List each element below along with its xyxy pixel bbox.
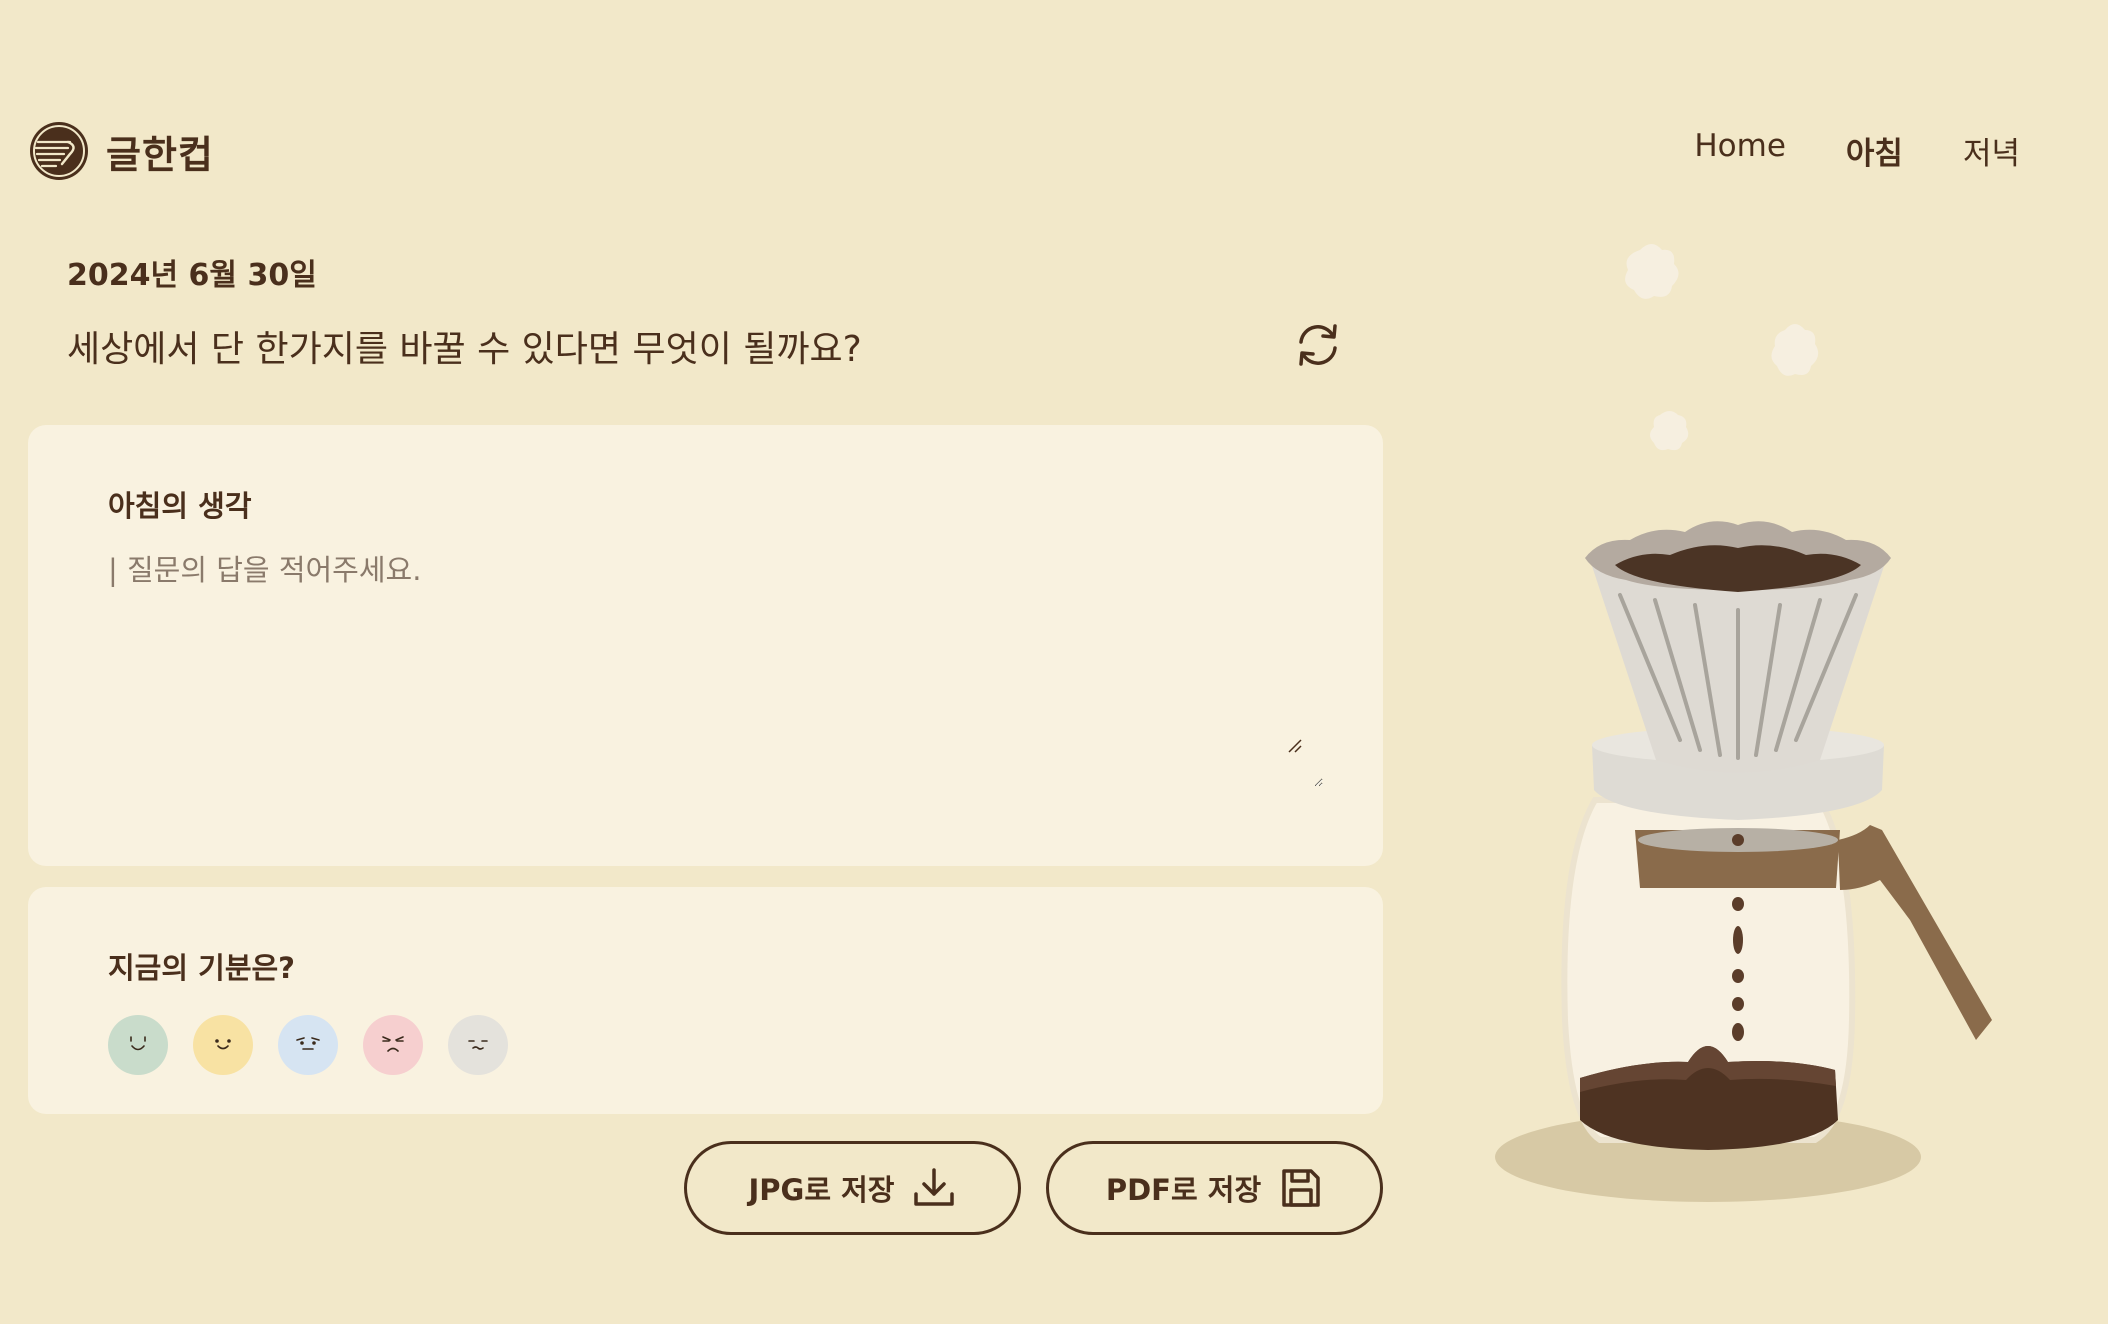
floppy-disk-icon xyxy=(1282,1169,1320,1207)
refresh-question-icon[interactable] xyxy=(1293,320,1343,370)
coffee-pot-illustration xyxy=(1495,244,1992,1202)
entry-date: 2024년 6월 30일 xyxy=(67,258,317,293)
save-pdf-button[interactable]: PDF로 저장 xyxy=(1046,1141,1383,1235)
answer-card: 아침의 생각 xyxy=(28,425,1383,866)
nav-home[interactable]: Home xyxy=(1694,128,1786,173)
save-pdf-label: PDF로 저장 xyxy=(1105,1173,1262,1207)
mood-card: 지금의 기분은? xyxy=(28,887,1383,1114)
worried-face-icon xyxy=(296,1037,320,1050)
content-face-icon xyxy=(215,1039,231,1050)
save-jpg-label: JPG로 저장 xyxy=(748,1173,895,1207)
mood-card-title: 지금의 기분은? xyxy=(108,951,295,985)
logo[interactable]: 글한컵 xyxy=(28,120,214,182)
angry-face-icon xyxy=(382,1036,404,1052)
mood-happy-button[interactable] xyxy=(108,1015,168,1075)
daily-question: 세상에서 단 한가지를 바꿀 수 있다면 무엇이 될까요? xyxy=(67,329,862,370)
save-jpg-button[interactable]: JPG로 저장 xyxy=(684,1141,1021,1235)
mood-worried-button[interactable] xyxy=(278,1015,338,1075)
main-nav: Home 아침 저녁 xyxy=(1694,128,2020,173)
steam-icon xyxy=(1625,244,1819,451)
mood-content-button[interactable] xyxy=(193,1015,253,1075)
download-icon xyxy=(914,1168,955,1206)
resize-handle-icon[interactable] xyxy=(1287,738,1303,754)
app-title: 글한컵 xyxy=(106,132,214,177)
mood-selector xyxy=(108,1015,508,1075)
neutral-face-icon xyxy=(468,1040,488,1050)
happy-face-icon xyxy=(130,1036,146,1051)
answer-card-title: 아침의 생각 xyxy=(108,489,252,523)
nav-morning[interactable]: 아침 xyxy=(1846,128,1903,173)
nav-evening[interactable]: 저녁 xyxy=(1963,128,2020,173)
mood-neutral-button[interactable] xyxy=(448,1015,508,1075)
logo-icon xyxy=(30,122,88,180)
answer-input[interactable] xyxy=(108,547,1323,787)
mood-angry-button[interactable] xyxy=(363,1015,423,1075)
